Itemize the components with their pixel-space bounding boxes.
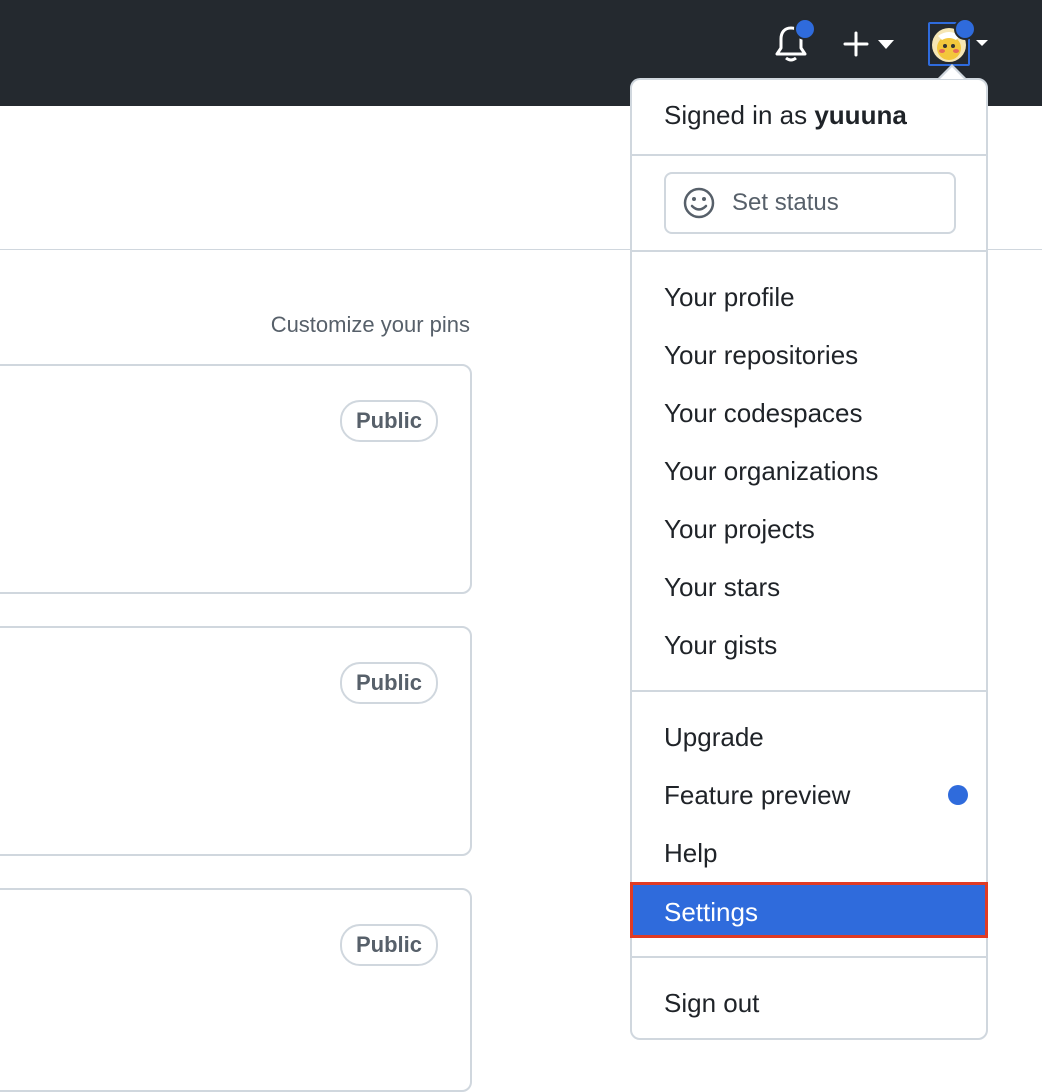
menu-item-feature-preview[interactable]: Feature preview — [664, 780, 850, 811]
smiley-icon — [683, 187, 715, 219]
signed-in-prefix: Signed in as — [664, 100, 808, 130]
customize-pins-link[interactable]: Customize your pins — [200, 312, 470, 338]
menu-divider — [632, 956, 988, 958]
pinned-repo-card[interactable]: Public — [0, 626, 472, 856]
user-menu-button[interactable] — [928, 18, 988, 66]
menu-divider — [632, 154, 988, 156]
signed-in-label: Signed in as yuuuna — [664, 100, 907, 131]
pinned-repo-card[interactable]: Public — [0, 888, 472, 1092]
menu-item-sign-out[interactable]: Sign out — [664, 988, 759, 1019]
create-new-button[interactable] — [842, 28, 898, 60]
settings-label: Settings — [664, 897, 758, 927]
visibility-badge: Public — [339, 662, 438, 704]
plus-icon — [843, 31, 869, 57]
pinned-repo-card[interactable]: Public — [0, 364, 472, 594]
notification-indicator — [794, 18, 816, 40]
menu-item-your-gists[interactable]: Your gists — [664, 630, 777, 661]
feature-preview-indicator — [948, 785, 968, 805]
notifications-button[interactable] — [774, 18, 816, 64]
menu-item-help[interactable]: Help — [664, 838, 717, 869]
menu-item-your-repositories[interactable]: Your repositories — [664, 340, 858, 371]
menu-item-settings[interactable]: Settings — [630, 882, 988, 938]
menu-item-upgrade[interactable]: Upgrade — [664, 722, 764, 753]
visibility-badge: Public — [339, 924, 438, 966]
menu-divider — [632, 690, 988, 692]
menu-item-your-stars[interactable]: Your stars — [664, 572, 780, 603]
caret-down-icon — [976, 40, 988, 46]
menu-item-your-profile[interactable]: Your profile — [664, 282, 795, 313]
menu-pointer-fill — [940, 67, 964, 79]
set-status-button[interactable]: Set status — [664, 172, 956, 234]
visibility-badge: Public — [339, 400, 438, 442]
menu-item-your-codespaces[interactable]: Your codespaces — [664, 398, 863, 429]
set-status-label: Set status — [732, 189, 839, 216]
username: yuuuna — [814, 100, 907, 130]
menu-divider — [632, 250, 988, 252]
chevron-down-icon — [878, 40, 894, 49]
menu-item-your-projects[interactable]: Your projects — [664, 514, 815, 545]
menu-item-your-organizations[interactable]: Your organizations — [664, 456, 878, 487]
avatar-status-indicator — [954, 18, 976, 40]
